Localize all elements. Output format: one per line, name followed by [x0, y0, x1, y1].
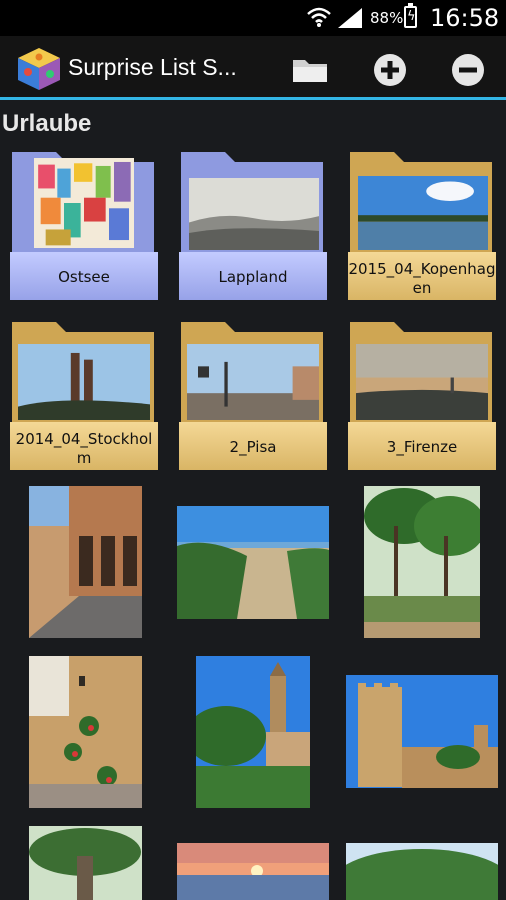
folder-label: 3_Firenze — [386, 438, 458, 456]
remove-icon[interactable] — [448, 50, 488, 90]
folder-label: 2014_04_Stockholm — [15, 430, 153, 467]
folder-icon[interactable] — [290, 50, 330, 90]
church-tower-photo[interactable] — [196, 656, 310, 808]
app-logo-icon[interactable] — [16, 46, 62, 92]
add-icon[interactable] — [370, 50, 410, 90]
folder-label: Lappland — [218, 268, 288, 286]
battery-icon: ϟ — [404, 3, 417, 28]
alley-flowers-photo[interactable] — [29, 656, 142, 808]
status-bar: 88% ϟ 16:58 — [0, 0, 506, 36]
sunset-photo[interactable] — [177, 843, 329, 900]
folder-lappland[interactable]: Lappland — [177, 148, 329, 300]
app-bar: Surprise List S... — [0, 36, 506, 100]
app-bar-accent-line — [0, 97, 506, 100]
folder-3-firenze[interactable]: 3_Firenze — [346, 318, 498, 470]
clock: 16:58 — [430, 4, 500, 32]
castle-photo[interactable] — [346, 675, 498, 788]
tree-photo[interactable] — [29, 826, 142, 900]
vineyard-photo[interactable] — [346, 843, 498, 900]
folder-ostsee[interactable]: Ostsee — [8, 148, 160, 300]
section-title: Urlaube — [2, 110, 92, 137]
wifi-icon — [307, 7, 331, 27]
folder-label: Ostsee — [58, 268, 110, 286]
folder-2015-04-kopenhagen[interactable]: 2015_04_Kopenhagen — [346, 148, 498, 300]
folder-2014-04-stockholm[interactable]: 2014_04_Stockholm — [8, 318, 160, 470]
beach-dunes-photo[interactable] — [177, 506, 329, 619]
app-title: Surprise List S... — [68, 54, 237, 80]
signal-icon — [338, 8, 362, 28]
arcade-street-photo[interactable] — [29, 486, 142, 638]
folder-label: 2015_04_Kopenhagen — [348, 260, 496, 297]
battery-percent: 88% — [370, 9, 404, 27]
folder-label: 2_Pisa — [229, 438, 277, 456]
folder-2-pisa[interactable]: 2_Pisa — [177, 318, 329, 470]
pine-forest-photo[interactable] — [364, 486, 480, 638]
